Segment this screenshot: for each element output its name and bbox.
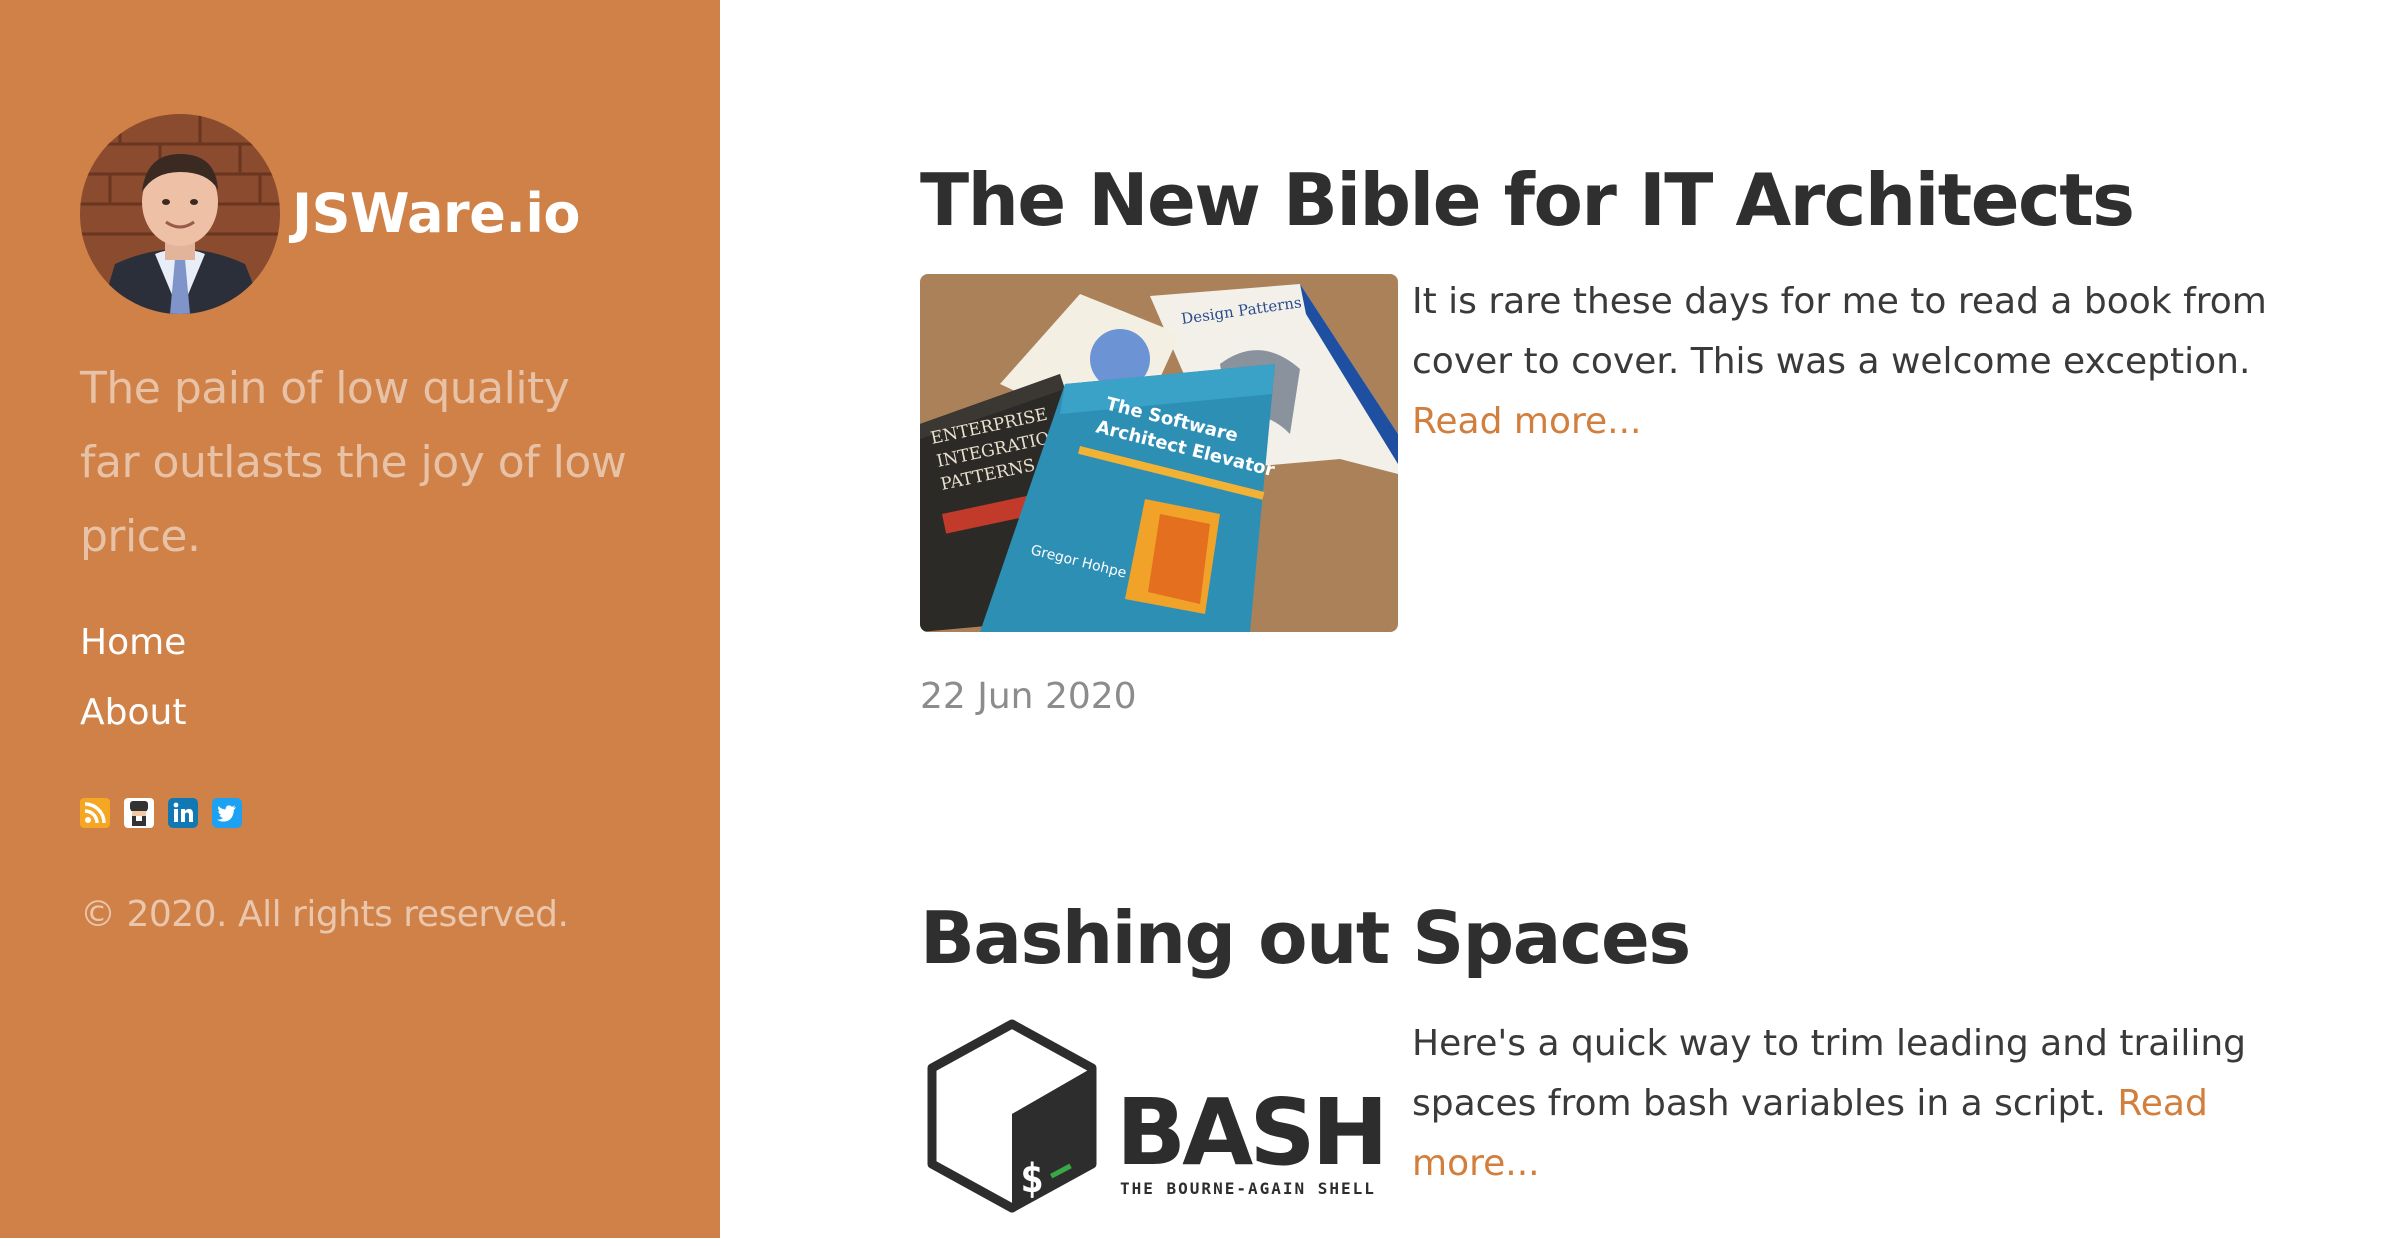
post-item: The New Bible for IT Architects Design P… — [920, 150, 2360, 717]
site-title[interactable]: JSWare.io — [292, 182, 580, 245]
github-icon[interactable] — [124, 798, 154, 828]
post-item: Bashing out Spaces $ BASH THE BOURNE-AGA… — [920, 888, 2360, 1236]
bash-prompt-glyph: $ — [1020, 1156, 1044, 1202]
bash-logo: $ BASH THE BOURNE-AGAIN SHELL — [920, 1016, 1398, 1236]
post-excerpt: Here's a quick way to trim leading and t… — [1412, 1014, 2312, 1194]
nav-about-link[interactable]: About — [80, 692, 186, 733]
sidebar: JSWare.io The pain of low quality far ou… — [0, 0, 720, 1238]
post-excerpt: It is rare these days for me to read a b… — [1412, 272, 2312, 452]
bash-logo-text: BASH — [1116, 1079, 1385, 1186]
post-thumbnail[interactable]: $ BASH THE BOURNE-AGAIN SHELL — [920, 1016, 1398, 1236]
linkedin-icon[interactable] — [168, 798, 198, 828]
post-excerpt-text: It is rare these days for me to read a b… — [1412, 281, 2267, 382]
site-tagline: The pain of low quality far outlasts the… — [80, 363, 627, 562]
avatar-photo — [80, 114, 280, 314]
nav-home-link[interactable]: Home — [80, 622, 186, 663]
books-photo: Design Patterns ENTERPRISE INTEGRATION P… — [920, 274, 1398, 632]
post-date: 22 Jun 2020 — [920, 676, 1137, 717]
twitter-icon[interactable] — [212, 798, 242, 828]
avatar[interactable] — [80, 114, 280, 314]
post-title-link[interactable]: Bashing out Spaces — [920, 888, 2360, 988]
social-links — [80, 796, 256, 830]
post-title-link[interactable]: The New Bible for IT Architects — [920, 150, 2360, 250]
bash-logo-subtext: THE BOURNE-AGAIN SHELL — [1120, 1179, 1376, 1198]
read-more-link[interactable]: Read more... — [1412, 401, 1641, 442]
rss-icon[interactable] — [80, 798, 110, 828]
copyright-text: © 2020. All rights reserved. — [80, 894, 569, 935]
post-thumbnail[interactable]: Design Patterns ENTERPRISE INTEGRATION P… — [920, 274, 1398, 632]
